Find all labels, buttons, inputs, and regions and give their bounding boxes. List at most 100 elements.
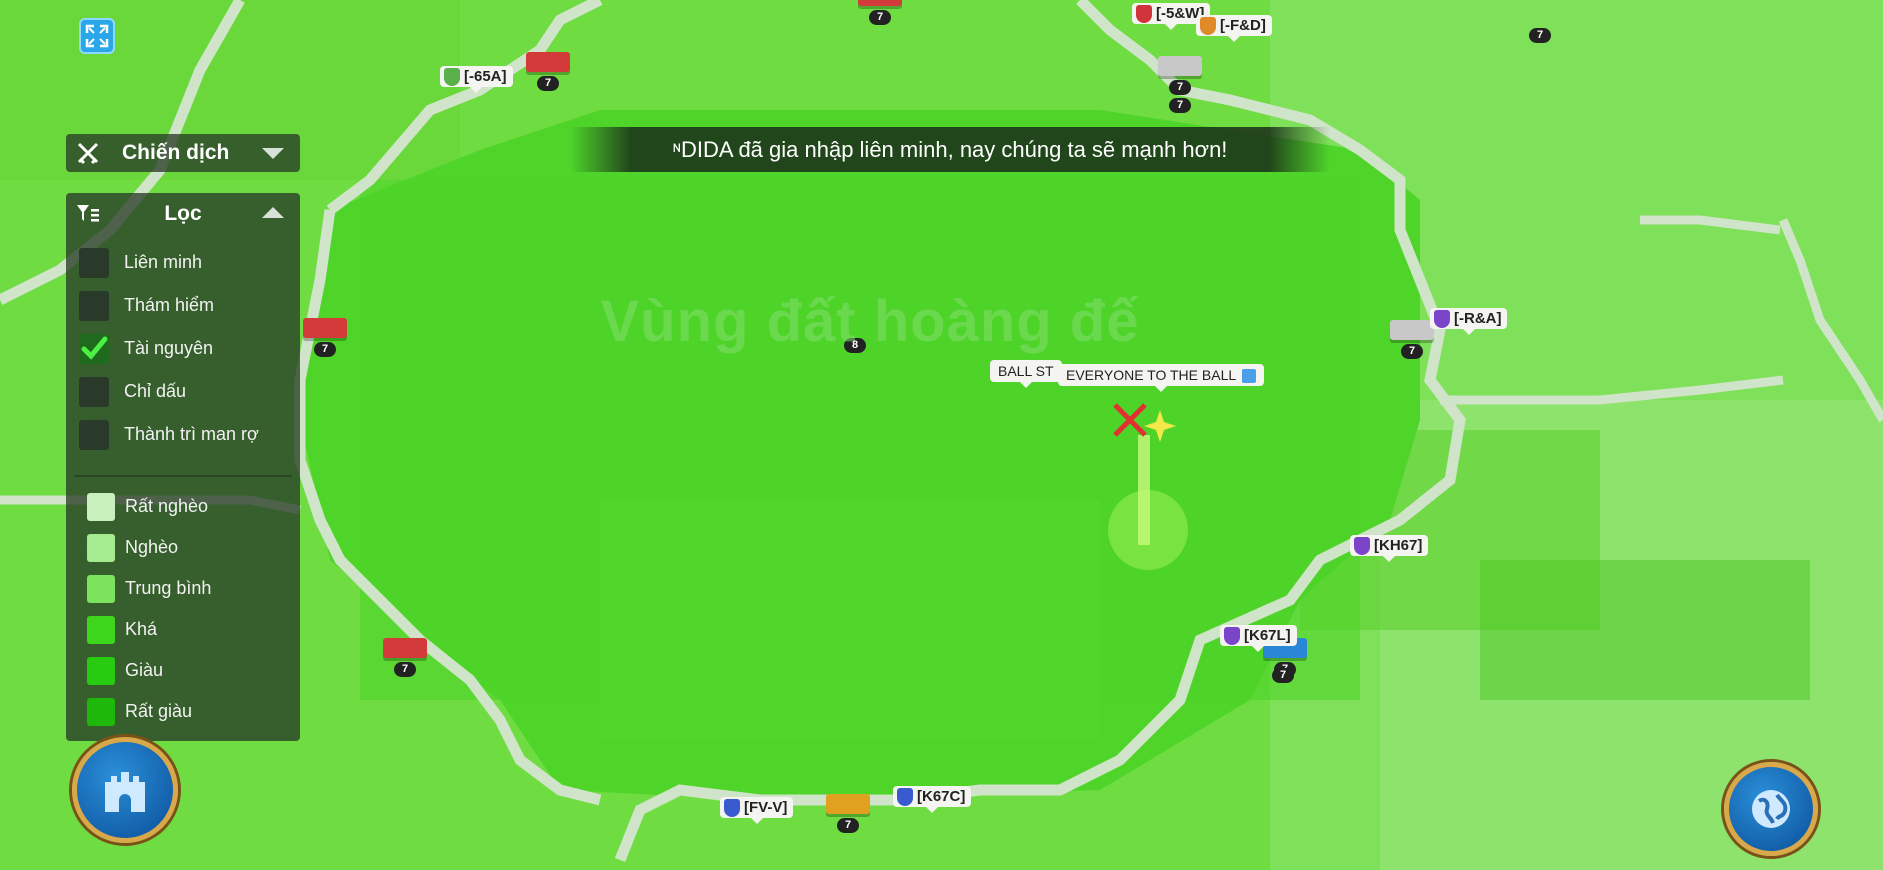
flag-label: EVERYONE TO THE BALL — [1066, 367, 1237, 383]
filter-option-barbarian-fort[interactable]: Thành trì man rợ — [66, 413, 300, 456]
wealth-rich[interactable]: Giàu — [66, 650, 300, 691]
alliance-tag[interactable]: [FV-V] — [720, 797, 794, 824]
wealth-average[interactable]: Trung bình — [66, 568, 300, 609]
wealth-very-poor[interactable]: Rất nghèo — [66, 486, 300, 527]
level-badge: 7 — [1529, 28, 1551, 43]
filter-option-alliance[interactable]: Liên minh — [66, 241, 300, 284]
level-badge: 7 — [869, 10, 891, 25]
shield-icon — [1200, 17, 1216, 35]
tag-label: [-F&D] — [1220, 17, 1266, 34]
city-view-button[interactable] — [72, 737, 178, 843]
march-flag[interactable]: EVERYONE TO THE BALL — [1058, 364, 1265, 393]
filter-option-markers[interactable]: Chỉ dấu — [66, 370, 300, 413]
wealth-label: Rất giàu — [125, 701, 193, 721]
color-swatch — [87, 697, 115, 726]
world-view-button[interactable] — [1724, 762, 1818, 856]
banner-text: ᶰDIDA đã gia nhập liên minh, nay chúng t… — [672, 136, 1228, 162]
level-badge: 7 — [1272, 668, 1294, 683]
checkbox[interactable] — [79, 247, 109, 278]
wealth-label: Giàu — [125, 660, 164, 680]
wealth-poor[interactable]: Nghèo — [66, 527, 300, 568]
chevron-down-icon — [262, 147, 284, 159]
filter-options: Liên minh Thám hiểm Tài nguyên Chỉ dấu T… — [66, 241, 300, 456]
tag-label: [-R&A] — [1454, 310, 1502, 327]
filter-option-resources[interactable]: Tài nguyên — [66, 327, 300, 370]
alliance-tag[interactable]: [-R&A] — [1430, 308, 1508, 335]
expand-map-button[interactable] — [79, 18, 115, 54]
crossed-swords-icon — [1113, 403, 1147, 437]
level-badge: 7 — [537, 76, 559, 91]
castle-icon[interactable] — [858, 0, 902, 6]
region-name: Vùng đất hoàng đế — [600, 289, 1140, 354]
tag-label: [FV-V] — [744, 799, 788, 816]
chevron-up-icon[interactable] — [262, 207, 284, 218]
castle-icon[interactable] — [383, 638, 427, 658]
color-swatch — [87, 533, 115, 562]
shield-icon — [724, 799, 740, 817]
campaign-label: Chiến dịch — [122, 141, 230, 164]
crossed-swords-icon — [77, 142, 99, 165]
alliance-tag[interactable]: [K67L] — [1220, 625, 1297, 652]
tag-label: [KH67] — [1374, 537, 1423, 554]
level-badge: 7 — [1401, 344, 1423, 359]
castle-icon — [105, 772, 145, 812]
castle-icon[interactable] — [526, 52, 570, 72]
castle-icon[interactable] — [1390, 320, 1434, 340]
fullscreen-expand-icon — [85, 24, 109, 48]
level-badge: 7 — [837, 818, 859, 833]
level-badge: 7 — [314, 342, 336, 357]
checkmark-icon — [81, 336, 108, 360]
alliance-tag[interactable]: [-F&D] — [1196, 15, 1272, 42]
level-badge: 7 — [394, 662, 416, 677]
level-badge: 7 — [1169, 98, 1191, 113]
divider — [74, 475, 292, 477]
march-flag[interactable]: BALL ST — [990, 360, 1062, 388]
filter-option-label: Thành trì man rợ — [124, 424, 259, 444]
battle-marker[interactable] — [1110, 400, 1180, 455]
shield-icon — [1434, 310, 1450, 328]
alliance-tag[interactable]: [KH67] — [1350, 535, 1429, 562]
castle-icon[interactable] — [826, 794, 870, 814]
checkbox[interactable] — [79, 376, 109, 407]
wealth-very-rich[interactable]: Rất giàu — [66, 691, 300, 732]
book-icon — [1242, 369, 1257, 384]
notification-banner: ᶰDIDA đã gia nhập liên minh, nay chúng t… — [570, 127, 1330, 172]
color-swatch — [87, 615, 115, 644]
level-badge: 7 — [1169, 80, 1191, 95]
wealth-label: Rất nghèo — [125, 496, 209, 516]
filter-option-label: Liên minh — [124, 252, 203, 272]
castle-icon[interactable] — [1158, 56, 1202, 76]
alliance-tag[interactable]: [-65A] — [440, 66, 513, 93]
color-swatch — [87, 574, 115, 603]
shield-icon — [897, 788, 913, 806]
checkbox[interactable] — [79, 419, 109, 450]
tag-label: [K67L] — [1244, 627, 1291, 644]
tag-label: [-65A] — [464, 68, 507, 85]
shield-icon — [1224, 627, 1240, 645]
wealth-legend: Rất nghèo Nghèo Trung bình Khá Giàu Rất … — [66, 486, 300, 732]
filter-option-label: Thám hiểm — [124, 295, 215, 315]
alliance-tag[interactable]: [K67C] — [893, 786, 972, 813]
filter-panel: Lọc Liên minh Thám hiểm Tài nguyên Chỉ d… — [66, 193, 300, 741]
shield-icon — [444, 68, 460, 86]
flag-label: BALL ST — [998, 363, 1054, 379]
shield-icon — [1354, 537, 1370, 555]
tag-label: [K67C] — [917, 788, 966, 805]
color-swatch — [87, 492, 115, 521]
sparkle-icon — [1144, 410, 1176, 442]
checkbox[interactable] — [79, 290, 109, 321]
filter-option-label: Chỉ dấu — [124, 381, 187, 401]
color-swatch — [87, 656, 115, 685]
filter-option-exploration[interactable]: Thám hiểm — [66, 284, 300, 327]
checkbox-checked[interactable] — [79, 333, 109, 364]
wealth-fair[interactable]: Khá — [66, 609, 300, 650]
globe-icon — [1752, 790, 1790, 828]
wealth-label: Nghèo — [125, 537, 179, 557]
castle-icon[interactable] — [303, 318, 347, 338]
filter-header[interactable]: Lọc — [66, 193, 300, 233]
shield-icon — [1136, 5, 1152, 23]
wealth-label: Khá — [125, 619, 158, 639]
filter-option-label: Tài nguyên — [124, 338, 214, 358]
campaign-dropdown[interactable]: Chiến dịch — [66, 134, 300, 172]
wealth-label: Trung bình — [125, 578, 212, 598]
